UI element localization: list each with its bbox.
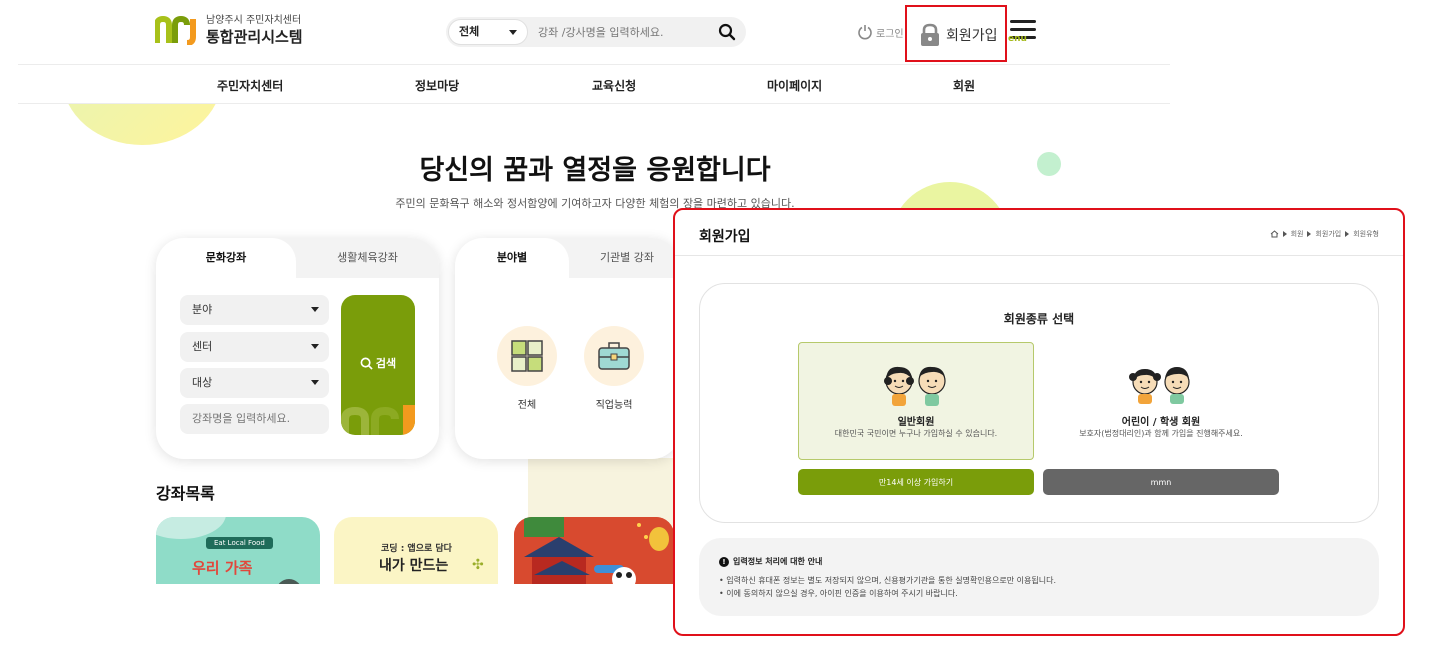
logo-watermark-icon <box>341 405 415 435</box>
center-select-value: 센터 <box>192 340 213 353</box>
general-member-desc: 대한민국 국민이면 누구나 가입하실 수 있습니다. <box>834 429 998 438</box>
logo-title: 통합관리시스템 <box>206 27 303 46</box>
course-list-heading: 강좌목록 <box>156 484 215 503</box>
notice-line: • 입력하신 휴대폰 정보는 별도 저장되지 않으며, 신용평가기관을 통한 실… <box>719 576 1056 585</box>
search-button-label: 검색 <box>375 357 397 370</box>
briefcase-icon <box>584 326 644 386</box>
tab-by-institution[interactable]: 기관별 강좌 <box>569 238 680 278</box>
breadcrumb-separator-icon <box>1282 231 1287 237</box>
tab-sports[interactable]: 생활체육강좌 <box>296 238 439 278</box>
join-label: 회원가입 <box>946 28 998 44</box>
notice-title-text: 입력정보 처리에 대한 안내 <box>733 557 823 566</box>
menu-button[interactable]: enu <box>1008 18 1038 46</box>
breadcrumb-item-current: 회원유형 <box>1353 230 1379 238</box>
member-type-title: 회원종류 선택 <box>1003 312 1075 326</box>
course-name-input[interactable]: 강좌명을 입력하세요. <box>180 404 329 434</box>
search-tabs: 문화강좌 생활체육강좌 <box>156 238 439 278</box>
logo-mark-icon <box>154 15 200 46</box>
target-select-value: 대상 <box>192 376 213 389</box>
menu-label: enu <box>1008 34 1027 44</box>
modal-header: 회원가입 회원 회원가입 회원유형 <box>675 210 1403 256</box>
login-link[interactable]: 로그인 <box>857 24 904 40</box>
breadcrumb-separator-icon <box>1307 231 1312 237</box>
category-tabs: 분야별 기관별 강좌 <box>455 238 680 278</box>
nav-item-apply[interactable]: 교육신청 <box>592 77 636 94</box>
site-logo[interactable]: 남양주시 주민자치센터 통합관리시스템 <box>154 14 303 46</box>
nav-item-info[interactable]: 정보마당 <box>415 77 459 94</box>
general-member-option[interactable]: 일반회원 대한민국 국민이면 누구나 가입하실 수 있습니다. <box>798 342 1034 460</box>
main-navigation: 주민자치센터 정보마당 교육신청 마이페이지 회원 <box>18 64 1170 104</box>
tab-culture[interactable]: 문화강좌 <box>156 238 296 278</box>
festival-illustration <box>514 517 674 584</box>
chevron-down-icon <box>311 380 319 385</box>
search-icon <box>360 357 373 370</box>
course-search-card: 문화강좌 생활체육강좌 분야 센터 대상 강좌명을 입력하세요. 검색 <box>156 238 439 459</box>
category-card: 분야별 기관별 강좌 전체 직업능력 <box>455 238 680 459</box>
tab-by-field[interactable]: 분야별 <box>455 238 569 278</box>
site-header: 남양주시 주민자치센터 통합관리시스템 전체 로그인 회원가입 enu <box>0 0 1170 64</box>
course-thumbnail[interactable]: Eat Local Food 우리 가족 <box>156 517 320 584</box>
home-icon[interactable] <box>1270 230 1279 238</box>
child-member-name: 어린이 / 학생 회원 <box>1121 417 1201 428</box>
hamburger-icon <box>1010 20 1036 23</box>
clover-icon: ✣ <box>472 557 484 573</box>
target-select[interactable]: 대상 <box>180 368 329 398</box>
course-search-button[interactable]: 검색 <box>341 295 415 435</box>
global-search: 전체 <box>446 17 746 47</box>
breadcrumb-item[interactable]: 회원 <box>1291 229 1304 239</box>
logo-subtitle: 남양주시 주민자치센터 <box>206 14 302 26</box>
search-input[interactable] <box>538 22 708 42</box>
privacy-notice: ! 입력정보 처리에 대한 안내 • 입력하신 휴대폰 정보는 별도 저장되지 … <box>699 538 1379 616</box>
search-scope-value: 전체 <box>459 25 480 38</box>
join-link[interactable]: 회원가입 <box>919 23 998 47</box>
notice-line: • 이에 동의하지 않으실 경우, 아이핀 인증을 이용하여 주시기 바랍니다. <box>719 589 958 598</box>
category-job-skills[interactable]: 직업능력 <box>584 326 644 411</box>
center-select[interactable]: 센터 <box>180 332 329 362</box>
login-label: 로그인 <box>876 28 904 40</box>
course-title: 우리 가족 <box>192 559 253 577</box>
category-all-label: 전체 <box>517 400 537 411</box>
puzzle-icon <box>497 326 557 386</box>
course-subtitle: 코딩 : 앱으로 담다 <box>381 544 452 554</box>
nav-item-mypage[interactable]: 마이페이지 <box>767 77 822 94</box>
modal-title: 회원가입 <box>699 229 751 245</box>
adult-couple-icon <box>799 363 1033 407</box>
join-highlight: 회원가입 <box>905 5 1007 62</box>
child-signup-button[interactable]: mmn <box>1043 469 1279 495</box>
chevron-down-icon <box>311 307 319 312</box>
search-icon[interactable] <box>718 23 736 41</box>
general-member-name: 일반회원 <box>897 417 935 428</box>
lock-icon <box>921 23 939 46</box>
category-job-skills-label: 직업능력 <box>595 400 633 411</box>
notice-title: ! 입력정보 처리에 대한 안내 <box>719 556 822 567</box>
course-thumbnail[interactable]: 코딩 : 앱으로 담다 내가 만드는 ✣ <box>334 517 498 584</box>
category-all[interactable]: 전체 <box>497 326 557 411</box>
breadcrumb: 회원 회원가입 회원유형 <box>1270 229 1379 239</box>
breadcrumb-separator-icon <box>1345 231 1350 237</box>
chevron-down-icon <box>509 30 517 35</box>
info-icon: ! <box>719 556 729 567</box>
chevron-down-icon <box>311 344 319 349</box>
field-select[interactable]: 분야 <box>180 295 329 325</box>
course-thumbnail[interactable] <box>514 517 674 584</box>
child-member-option[interactable]: 어린이 / 학생 회원 보호자(법정대리인)과 함께 가입을 진행해주세요. <box>1043 342 1279 460</box>
signup-modal: 회원가입 회원 회원가입 회원유형 회원종류 선택 일반회원 대한민국 국민이면… <box>673 208 1405 636</box>
member-type-box: 회원종류 선택 일반회원 대한민국 국민이면 누구나 가입하실 수 있습니다. … <box>699 283 1379 523</box>
search-scope-select[interactable]: 전체 <box>448 19 528 45</box>
field-select-value: 분야 <box>192 303 213 316</box>
course-badge: Eat Local Food <box>206 537 273 549</box>
nav-item-center[interactable]: 주민자치센터 <box>217 77 283 94</box>
hero-title: 당신의 꿈과 열정을 응원합니다 <box>419 155 771 186</box>
course-title: 내가 만드는 <box>379 558 449 574</box>
nav-item-member[interactable]: 회원 <box>953 77 975 94</box>
power-icon <box>858 25 872 40</box>
child-member-desc: 보호자(법정대리인)과 함께 가입을 진행해주세요. <box>1079 429 1243 438</box>
adult-signup-button[interactable]: 만14세 이상 가입하기 <box>798 469 1034 495</box>
breadcrumb-item[interactable]: 회원가입 <box>1315 229 1341 239</box>
children-icon <box>1044 363 1278 405</box>
